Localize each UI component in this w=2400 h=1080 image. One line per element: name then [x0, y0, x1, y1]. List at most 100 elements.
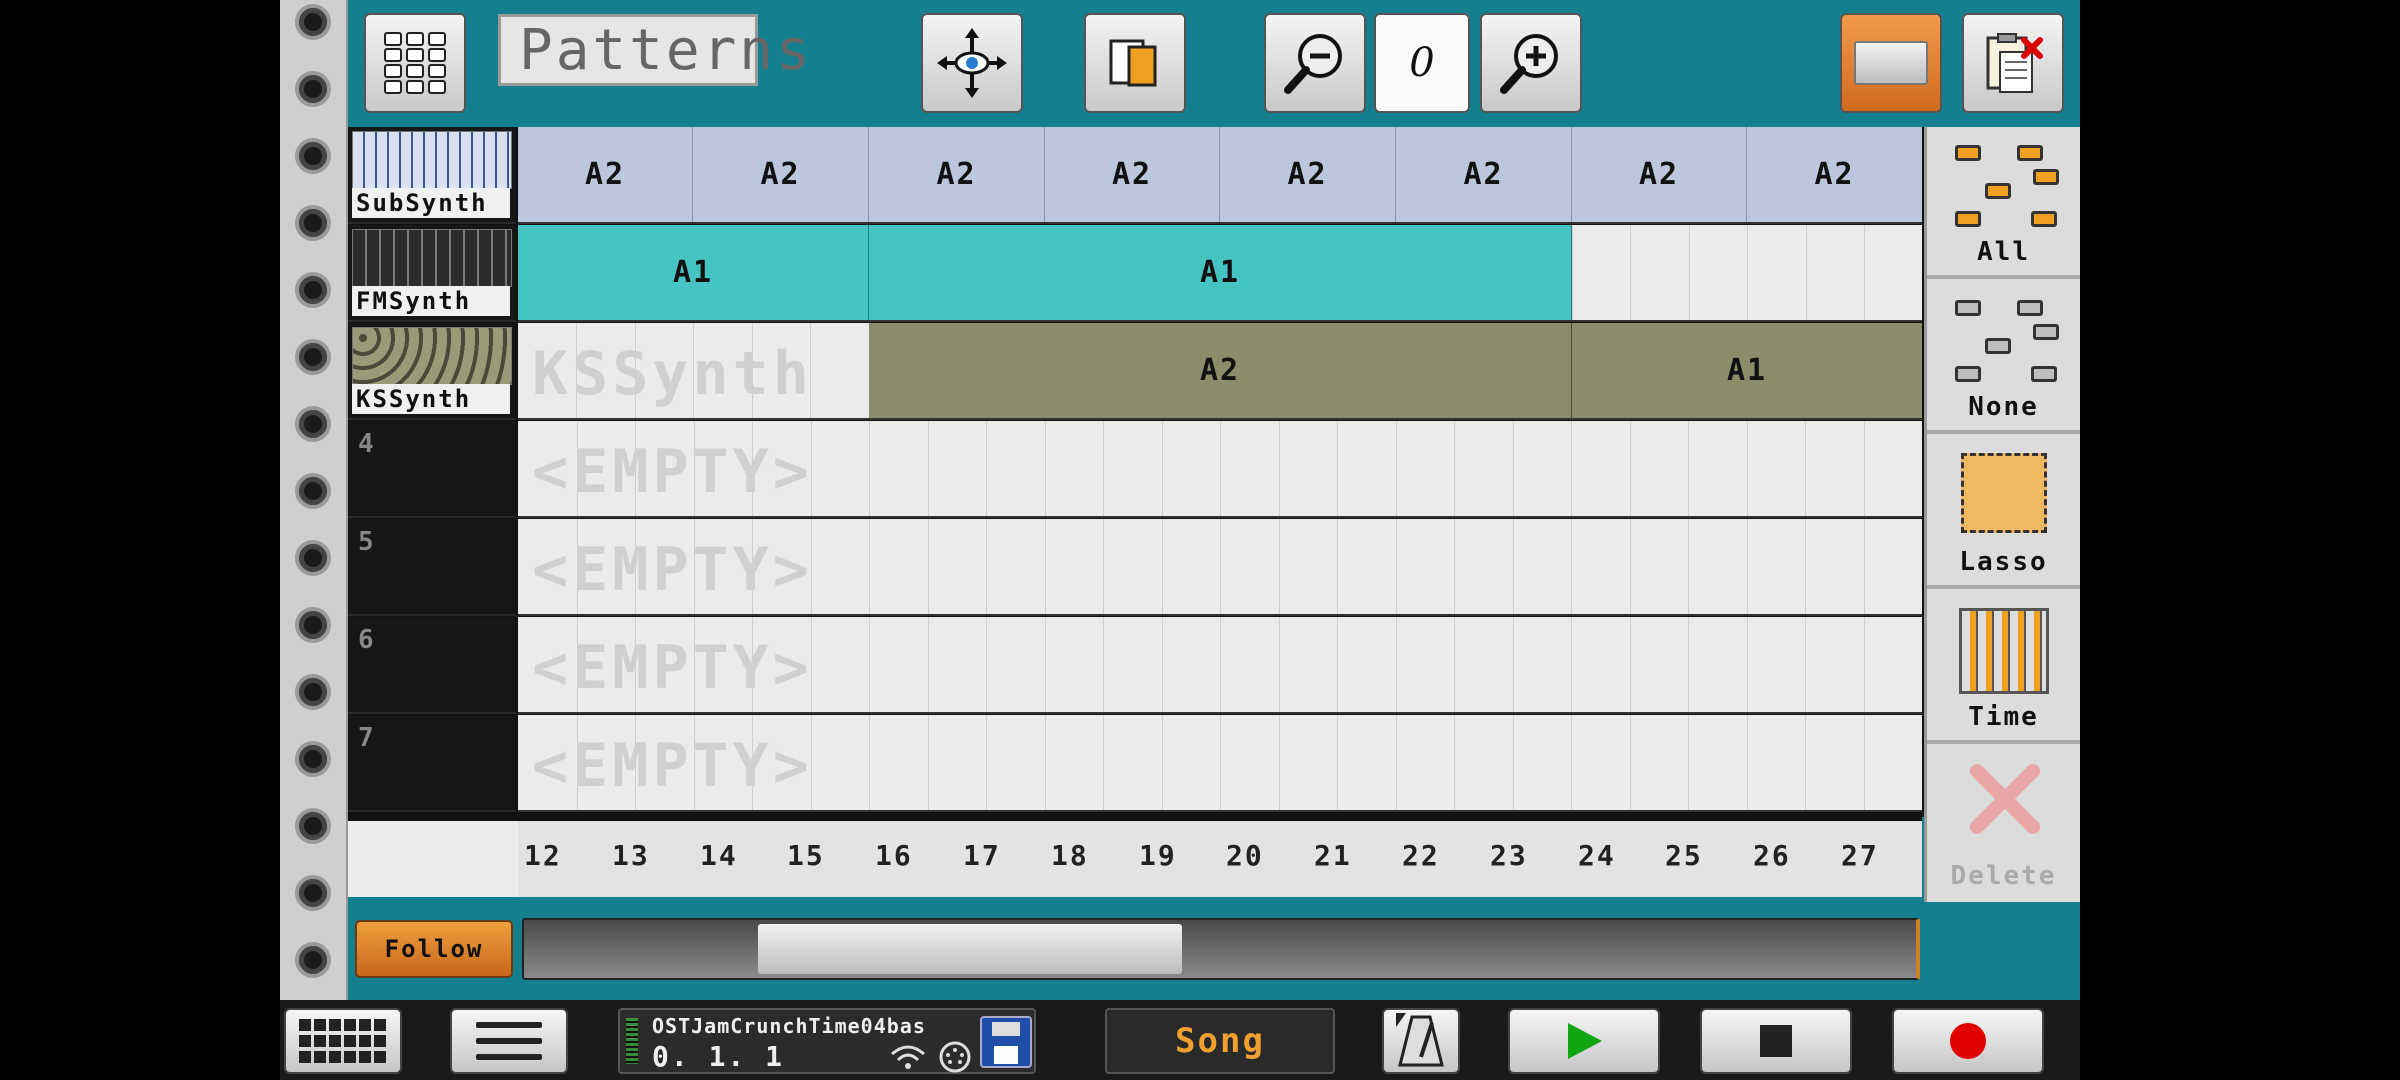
rail-hole	[295, 942, 331, 978]
transport-bar: OSTJamCrunchTime04bas 0. 1. 1 Song	[280, 1000, 2080, 1080]
song-mode-toggle[interactable]: Song	[1105, 1008, 1335, 1074]
zoom-out-button[interactable]	[1264, 13, 1366, 113]
delete-button[interactable]: Delete	[1927, 747, 2080, 899]
play-button[interactable]	[1508, 1008, 1660, 1074]
mixer-toggle-button[interactable]	[1840, 13, 1942, 113]
menu-button[interactable]	[450, 1008, 568, 1074]
time-select-button[interactable]: Time	[1927, 592, 2080, 744]
grid-line	[1805, 715, 1806, 810]
app-window: Patterns 0 SubSynth A2 A2 A2 A2 A2 A2 A2…	[280, 0, 2080, 1080]
track-header-fmsynth[interactable]: FMSynth	[348, 225, 516, 322]
pattern-clip[interactable]: A1	[518, 225, 869, 320]
track-lane-1[interactable]: A2 A2 A2 A2 A2 A2 A2 A2	[518, 127, 1922, 224]
scrollbar-thumb[interactable]	[758, 924, 1183, 974]
ruler-tick: 22	[1402, 839, 1440, 872]
time-label: Time	[1968, 702, 2039, 732]
empty-lane-label: <EMPTY>	[532, 437, 813, 507]
track-name: FMSynth	[352, 286, 510, 316]
grid-line	[869, 715, 870, 810]
rail-hole	[295, 406, 331, 442]
song-info-panel[interactable]: OSTJamCrunchTime04bas 0. 1. 1	[618, 1008, 1036, 1074]
pattern-clip[interactable]: A2	[1396, 127, 1572, 222]
grid-line	[1395, 519, 1397, 614]
grid-line	[1863, 519, 1865, 614]
view-title: Patterns	[498, 14, 810, 86]
pattern-clip[interactable]: A2	[693, 127, 869, 222]
track-header-empty[interactable]: 7	[348, 715, 516, 812]
move-eye-icon	[937, 28, 1007, 98]
track-lane-5[interactable]: <EMPTY>	[518, 519, 1922, 616]
grid-line	[1044, 421, 1046, 516]
ruler-tick: 13	[612, 839, 650, 872]
zoom-value: 0	[1409, 40, 1435, 86]
grid-line	[1805, 421, 1806, 516]
track-lane-3[interactable]: KSSynth A2 A1	[518, 323, 1922, 420]
grid-line	[1512, 519, 1514, 614]
ruler-tick: 25	[1665, 839, 1703, 872]
select-all-button[interactable]: All	[1927, 127, 2080, 279]
track-number: 6	[358, 625, 376, 655]
grid-line	[927, 519, 929, 614]
fmsynth-thumbnail	[352, 229, 512, 287]
grid-line	[1337, 617, 1338, 712]
lasso-select-button[interactable]: Lasso	[1927, 437, 2080, 589]
pattern-clip[interactable]: A2	[518, 127, 693, 222]
track-lane-6[interactable]: <EMPTY>	[518, 617, 1922, 714]
zoom-level: 0	[1374, 13, 1470, 113]
grid-line	[1512, 715, 1514, 810]
ruler-tick: 15	[787, 839, 825, 872]
grid-line	[1688, 715, 1689, 810]
grid-line	[1629, 617, 1631, 712]
pattern-clip[interactable]: A2	[1045, 127, 1220, 222]
rail-hole	[295, 540, 331, 576]
select-none-button[interactable]: None	[1927, 282, 2080, 434]
rail-hole	[295, 138, 331, 174]
ruler-tick: 20	[1226, 839, 1264, 872]
grid-line	[1863, 421, 1865, 516]
pattern-clip[interactable]: A2	[1220, 127, 1396, 222]
zoom-in-button[interactable]	[1480, 13, 1582, 113]
grid-line	[1161, 421, 1163, 516]
track-number: 5	[358, 527, 376, 557]
time-select-icon	[1959, 608, 2049, 694]
copy-button[interactable]	[1084, 13, 1186, 113]
track-header-empty[interactable]: 5	[348, 519, 516, 616]
track-lane-7[interactable]: <EMPTY>	[518, 715, 1922, 812]
stop-button[interactable]	[1700, 1008, 1852, 1074]
pattern-clip[interactable]: A2	[1747, 127, 1922, 222]
grid-line	[1220, 617, 1221, 712]
pattern-clip[interactable]: A1	[1572, 323, 1922, 418]
pattern-clip[interactable]: A2	[869, 323, 1572, 418]
track-lane-2[interactable]: A1 A1	[518, 225, 1922, 322]
move-view-button[interactable]	[921, 13, 1023, 113]
track-header-kssynth[interactable]: KSSynth	[348, 323, 516, 420]
ruler-tick: 16	[875, 839, 913, 872]
clear-clipboard-button[interactable]	[1962, 13, 2064, 113]
track-header-subsynth[interactable]: SubSynth	[348, 127, 516, 224]
track-header-empty[interactable]: 4	[348, 421, 516, 518]
zoom-in-icon	[1500, 34, 1558, 94]
pattern-grid-button[interactable]	[364, 13, 466, 113]
save-disk-icon[interactable]	[980, 1016, 1032, 1068]
pattern-clip[interactable]: A2	[1572, 127, 1747, 222]
lasso-label: Lasso	[1959, 547, 2048, 577]
timeline-ruler[interactable]: 12 13 14 15 16 17 18 19 20 21 22 23 24 2…	[348, 817, 1922, 897]
track-header-empty[interactable]: 6	[348, 617, 516, 714]
horizontal-scrollbar[interactable]	[522, 918, 1920, 980]
track-lane-4[interactable]: <EMPTY>	[518, 421, 1922, 518]
panel-icon	[1854, 41, 1928, 85]
pattern-clip[interactable]: A2	[869, 127, 1045, 222]
play-icon	[1568, 1023, 1602, 1059]
metronome-button[interactable]	[1382, 1008, 1460, 1074]
rail-hole	[295, 272, 331, 308]
grid-icon	[384, 32, 446, 94]
record-button[interactable]	[1892, 1008, 2044, 1074]
grid-line	[1863, 617, 1865, 712]
lasso-icon	[1961, 453, 2047, 533]
stop-icon	[1760, 1025, 1792, 1057]
grid-line	[1688, 421, 1689, 516]
follow-button[interactable]: Follow	[355, 920, 513, 978]
keyboard-button[interactable]	[284, 1008, 402, 1074]
pattern-clip[interactable]: A1	[869, 225, 1572, 320]
ruler-tick: 24	[1578, 839, 1616, 872]
